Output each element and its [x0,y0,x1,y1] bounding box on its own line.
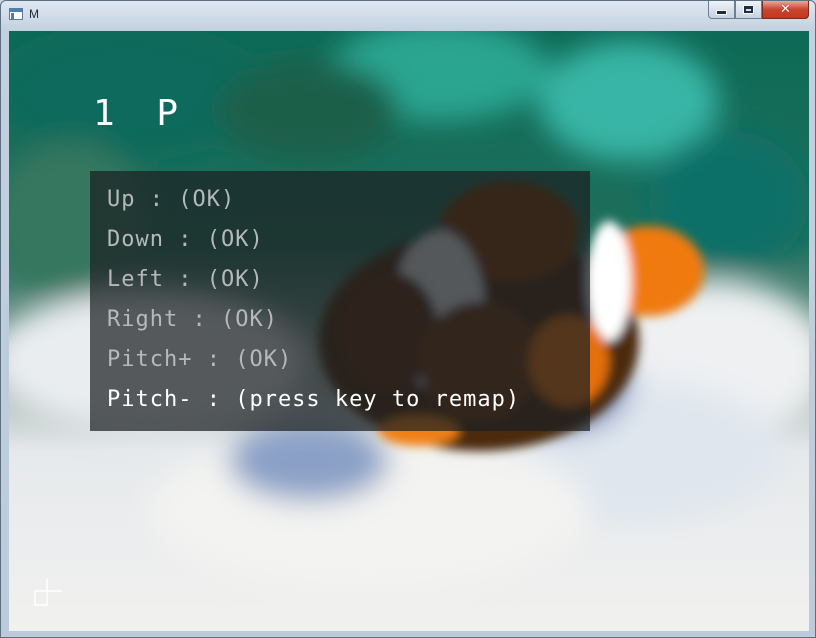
crosshair-icon [34,579,62,606]
menu-item-down[interactable]: Down : (OK) [107,227,264,252]
key-mapping-menu: Up : (OK) Down : (OK) Left : (OK) Right … [90,171,590,431]
minimize-button[interactable] [708,1,735,19]
game-viewport[interactable]: 1 P Up : (OK) Down : (OK) Left : (OK) Ri… [9,31,809,631]
maximize-icon [743,5,754,14]
menu-item-up[interactable]: Up : (OK) [107,187,235,212]
close-button[interactable]: ✕ [762,1,809,19]
menu-item-left[interactable]: Left : (OK) [107,267,264,292]
maximize-button[interactable] [735,1,762,19]
menu-item-right[interactable]: Right : (OK) [107,307,278,332]
close-icon: ✕ [780,2,791,17]
app-window: M ✕ 1 P Up: (OK) Down: (OK) Left: (OK… [0,0,816,638]
minimize-icon [716,10,727,15]
menu-item-pitch-plus[interactable]: Pitch+ : (OK) [107,347,292,372]
window-title: M [29,7,39,21]
player-label: 1 P [93,93,189,134]
caption-buttons: ✕ [708,1,809,20]
app-icon[interactable] [9,8,23,20]
menu-item-pitch-minus[interactable]: Pitch- : (press key to remap) [107,387,520,412]
title-bar[interactable]: M ✕ [1,1,815,30]
